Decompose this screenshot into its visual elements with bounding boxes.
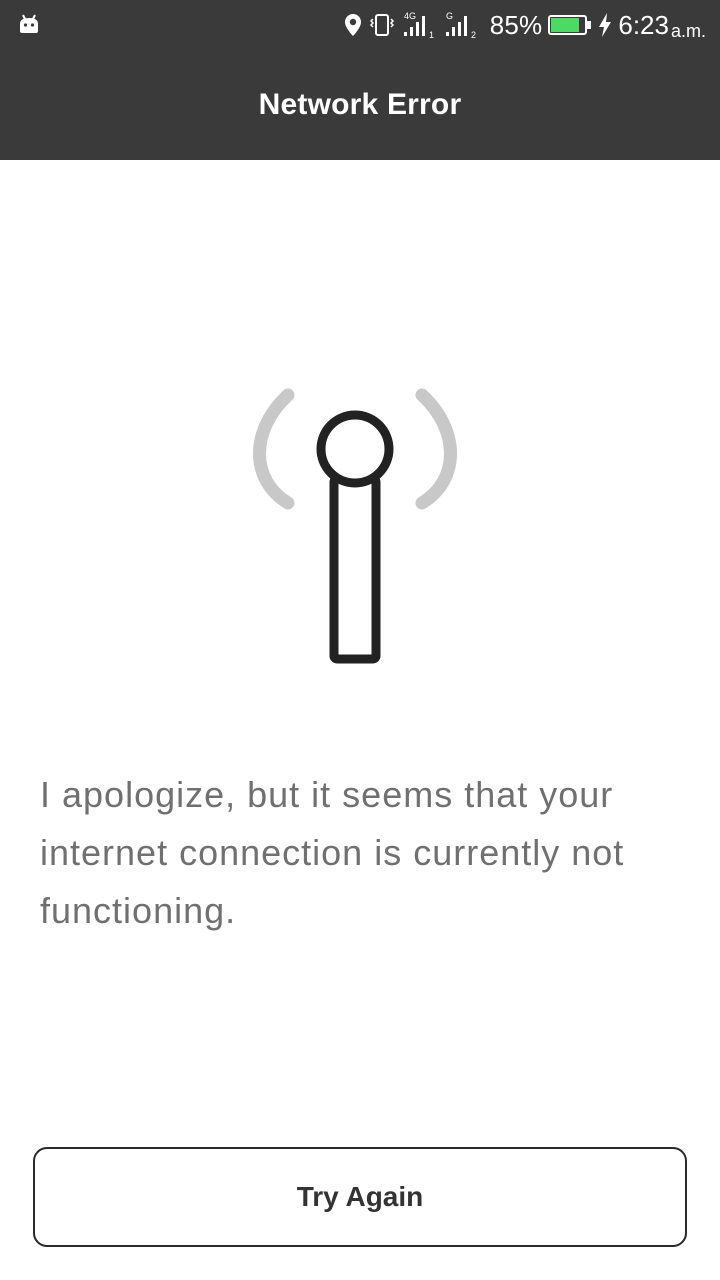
network-4g-label: 4G — [404, 11, 416, 21]
try-again-label: Try Again — [296, 1181, 424, 1212]
battery-icon — [548, 14, 592, 36]
battery-fill — [551, 18, 580, 32]
signal-icon: G 2 — [444, 10, 480, 40]
app-bar: Network Error — [0, 50, 720, 160]
try-again-button[interactable]: Try Again — [33, 1147, 687, 1247]
status-time: 6:23 — [618, 9, 669, 40]
status-ampm: a.m. — [670, 20, 706, 41]
status-icons: 4G 1 G 2 85% 6:23 a.m. — [344, 0, 706, 50]
error-message: I apologize, but it seems that your inte… — [40, 774, 625, 931]
signal-icon: 4G 1 — [402, 10, 438, 40]
location-icon — [344, 13, 362, 37]
status-bar: 4G 1 G 2 85% 6:23 a.m. — [0, 0, 720, 50]
antenna-signal-icon — [240, 375, 480, 675]
sim2-label: 2 — [471, 30, 476, 40]
antenna-mast-icon — [316, 410, 394, 664]
signal-wave-left-icon — [253, 388, 295, 510]
vibrate-icon — [368, 13, 396, 37]
signal-wave-right-icon — [415, 388, 457, 510]
android-icon — [18, 13, 40, 35]
clock: 6:23 a.m. — [618, 10, 706, 41]
sim1-label: 1 — [429, 30, 434, 40]
page-title: Network Error — [258, 88, 462, 121]
network-g-label: G — [446, 11, 453, 21]
battery-percent: 85% — [489, 9, 543, 40]
charging-icon — [598, 12, 612, 38]
